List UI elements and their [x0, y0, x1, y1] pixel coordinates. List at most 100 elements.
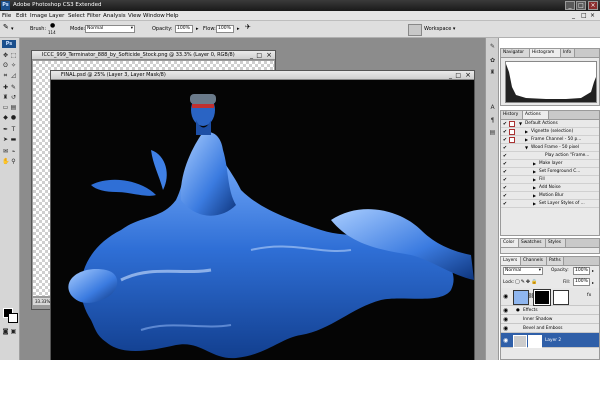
paragraph-icon[interactable]: ¶: [488, 116, 497, 125]
visibility-eye-icon[interactable]: ◉: [503, 306, 508, 315]
action-row[interactable]: ✔ ▶ Add Noise: [501, 184, 599, 192]
tab-channels[interactable]: Channels: [521, 257, 547, 265]
magic-wand-icon[interactable]: ✧: [10, 62, 17, 69]
action-row[interactable]: ✔ ▶ Vignette (selection): [501, 128, 599, 136]
layer-thumbnail[interactable]: [513, 290, 529, 305]
brush-tool-icon[interactable]: ✎: [10, 84, 17, 91]
move-tool-icon[interactable]: ✥: [2, 52, 9, 59]
marquee-tool-icon[interactable]: ⬚: [10, 52, 17, 59]
expand-triangle-icon[interactable]: ▶: [533, 176, 536, 184]
menu-edit[interactable]: Edit: [16, 11, 27, 21]
character-icon[interactable]: A: [488, 103, 497, 112]
collapse-triangle-icon[interactable]: ▼: [519, 120, 522, 128]
healing-brush-icon[interactable]: ✚: [2, 84, 9, 91]
expand-triangle-icon[interactable]: ▶: [525, 136, 528, 144]
flow-field[interactable]: 100%: [216, 25, 234, 33]
action-row[interactable]: ✔ ▶ Set Layer Styles of ...: [501, 200, 599, 208]
menu-image[interactable]: Image: [30, 11, 47, 21]
toggle-checkmark-icon[interactable]: ✔: [502, 145, 508, 151]
menu-view[interactable]: View: [128, 11, 141, 21]
document-window-final[interactable]: FINAL.psd @ 25% (Layer 3, Layer Mask/8) …: [50, 70, 475, 360]
menu-window[interactable]: Window: [143, 11, 165, 21]
layer-effects-row[interactable]: ◉ ● Effects: [501, 306, 599, 315]
background-color-swatch[interactable]: [8, 313, 18, 323]
tab-layers[interactable]: Layers: [501, 257, 521, 265]
toggle-checkmark-icon[interactable]: ✔: [502, 121, 508, 127]
doc-close-icon[interactable]: ×: [266, 51, 272, 59]
maximize-button[interactable]: □: [576, 1, 586, 10]
action-row[interactable]: ✔ ▶ Fill: [501, 176, 599, 184]
tab-info[interactable]: Info: [561, 49, 575, 57]
tab-color[interactable]: Color: [501, 239, 519, 247]
layer-row[interactable]: ◉ ⛓ fx: [501, 288, 599, 306]
layer-mask-thumbnail-2[interactable]: [553, 290, 569, 305]
artwork-canvas[interactable]: [51, 80, 474, 360]
layer-comps-icon[interactable]: ▤: [488, 128, 497, 137]
doc-minimize-icon[interactable]: _: [449, 72, 452, 79]
quick-mask-icon[interactable]: ◙: [2, 328, 9, 335]
menu-help[interactable]: Help: [166, 11, 179, 21]
action-row[interactable]: ✔ ▶ Motion Blur: [501, 192, 599, 200]
visibility-eye-icon[interactable]: ◉: [503, 324, 508, 333]
dialog-toggle-icon[interactable]: [509, 129, 515, 135]
collapse-triangle-icon[interactable]: ▼: [525, 144, 528, 152]
action-row[interactable]: ✔ ▼ Default Actions: [501, 120, 599, 128]
action-row[interactable]: ✔ ▶ Make layer: [501, 160, 599, 168]
path-selection-icon[interactable]: ➤: [2, 136, 9, 143]
slice-tool-icon[interactable]: ◿: [10, 72, 17, 79]
expand-triangle-icon[interactable]: ▶: [525, 128, 528, 136]
tab-histogram[interactable]: Histogram: [530, 49, 561, 57]
gradient-tool-icon[interactable]: ▤: [10, 104, 17, 111]
action-row[interactable]: ✔ ▶ Frame Channel - 50 p...: [501, 136, 599, 144]
eyedropper-icon[interactable]: ⌁: [10, 148, 17, 155]
opacity-field[interactable]: 100%: [175, 25, 193, 33]
tab-actions[interactable]: Actions: [523, 111, 549, 119]
dodge-tool-icon[interactable]: ●: [10, 114, 17, 121]
lock-icons[interactable]: ▢✎✥🔒: [515, 279, 538, 285]
expand-triangle-icon[interactable]: ▶: [533, 184, 536, 192]
tab-history[interactable]: History: [501, 111, 523, 119]
fx-badge[interactable]: fx: [587, 293, 591, 298]
layer-mask-thumbnail[interactable]: [533, 289, 551, 306]
doc-close-icon[interactable]: ×: [465, 71, 471, 79]
layer-opacity-field[interactable]: 100%: [573, 267, 590, 275]
toggle-checkmark-icon[interactable]: ✔: [502, 185, 508, 191]
screen-mode-icon[interactable]: ▣: [10, 328, 17, 335]
menu-analysis[interactable]: Analysis: [103, 11, 126, 21]
toggle-checkmark-icon[interactable]: ✔: [502, 193, 508, 199]
layer-row-selected[interactable]: ◉ Layer 2: [501, 333, 599, 348]
hand-tool-icon[interactable]: ✋: [2, 158, 9, 165]
tab-swatches[interactable]: Swatches: [519, 239, 546, 247]
toggle-checkmark-icon[interactable]: ✔: [502, 201, 508, 207]
document-title[interactable]: ICCC_999_Terminator_888_by_Softicide_Sto…: [32, 51, 275, 60]
tool-presets-icon[interactable]: ✎: [488, 42, 497, 51]
blur-tool-icon[interactable]: ◆: [2, 114, 9, 121]
notes-tool-icon[interactable]: ✉: [2, 148, 9, 155]
tab-navigator[interactable]: Navigator: [501, 49, 530, 57]
close-button[interactable]: ×: [588, 1, 598, 10]
clone-stamp-icon[interactable]: ♜: [2, 94, 9, 101]
layer-effect-row[interactable]: ◉ Bevel and Emboss: [501, 324, 599, 333]
toggle-checkmark-icon[interactable]: ✔: [502, 161, 508, 167]
doc-maximize-icon[interactable]: □: [455, 72, 461, 79]
tab-styles[interactable]: Styles: [546, 239, 566, 247]
tab-paths[interactable]: Paths: [547, 257, 564, 265]
toggle-checkmark-icon[interactable]: ✔: [502, 169, 508, 175]
expand-triangle-icon[interactable]: ▶: [533, 168, 536, 176]
eraser-tool-icon[interactable]: ▭: [2, 104, 9, 111]
layer-fill-field[interactable]: 100%: [573, 278, 590, 286]
doc-close-icon[interactable]: ×: [590, 11, 595, 21]
mode-select[interactable]: Normal ▾: [85, 25, 135, 33]
dialog-toggle-icon[interactable]: [509, 137, 515, 143]
menu-filter[interactable]: Filter: [87, 11, 101, 21]
blend-mode-select[interactable]: Normal ▾: [503, 267, 543, 275]
workspace-menu[interactable]: Workspace ▾: [424, 25, 455, 33]
doc-maximize-icon[interactable]: □: [256, 52, 262, 59]
layer-mask-thumbnail[interactable]: [528, 335, 542, 348]
action-row[interactable]: ✔ ▼ Wood Frame - 50 pixel: [501, 144, 599, 152]
action-row[interactable]: ✔ ▶ Set Foreground C...: [501, 168, 599, 176]
brush-tool-icon[interactable]: ✎: [3, 23, 9, 31]
lasso-tool-icon[interactable]: ʘ: [2, 62, 9, 69]
brushes-palette-icon[interactable]: [408, 24, 422, 36]
type-tool-icon[interactable]: T: [10, 126, 17, 133]
